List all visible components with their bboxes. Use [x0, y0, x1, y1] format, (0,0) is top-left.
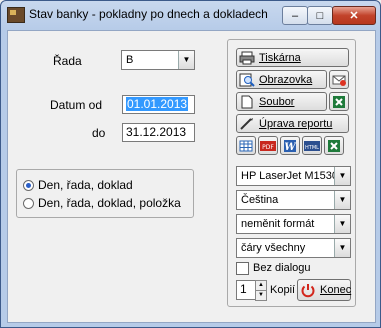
chevron-down-icon[interactable]: ▼ — [334, 215, 350, 233]
datum-od-label: Datum od — [50, 98, 103, 112]
maximize-button[interactable]: □ — [307, 6, 333, 25]
grouping-options: Den, řada, doklad Den, řada, doklad, pol… — [16, 169, 194, 218]
export-pdf-button[interactable]: PDF — [258, 136, 278, 155]
datum-do-value: 31.12.2013 — [126, 125, 187, 139]
dialog-client-area: Řada B ▼ Datum od 01.01.2013 do 31.12.20… — [7, 30, 376, 323]
spin-down-icon[interactable]: ▼ — [255, 291, 267, 301]
format-select-value: neměnit formát — [241, 218, 315, 230]
table-icon — [239, 140, 253, 151]
edit-report-icon — [239, 117, 255, 131]
obrazovka-button[interactable]: Obrazovka — [236, 70, 327, 89]
email-icon — [332, 75, 346, 86]
soubor-button[interactable]: Soubor — [236, 92, 327, 111]
konec-button[interactable]: Konec — [297, 279, 351, 301]
minimize-button[interactable]: – — [282, 6, 308, 25]
radio-den-rada-doklad-polozka[interactable] — [23, 198, 34, 209]
soubor-label: Soubor — [259, 95, 295, 108]
svg-text:PDF: PDF — [262, 144, 274, 151]
kopii-value: 1 — [240, 282, 247, 296]
chevron-down-icon[interactable]: ▼ — [178, 51, 194, 69]
excel-icon — [328, 139, 340, 152]
dialog-window: Stav banky - pokladny po dnech a doklade… — [0, 0, 381, 328]
app-icon — [7, 7, 25, 23]
export-table-button[interactable] — [236, 136, 256, 155]
spin-up-icon[interactable]: ▲ — [255, 280, 267, 291]
lines-select[interactable]: čáry všechny ▼ — [236, 238, 351, 258]
rada-label: Řada — [53, 54, 82, 68]
svg-text:W: W — [284, 142, 297, 153]
kopii-label: Kopií — [270, 284, 296, 296]
datum-od-field[interactable]: 01.01.2013 — [122, 95, 195, 114]
bez-dialogu-label[interactable]: Bez dialogu — [253, 262, 311, 274]
printer-select[interactable]: HP LaserJet M1530 ▼ — [236, 166, 351, 186]
bez-dialogu-checkbox[interactable] — [236, 262, 249, 275]
export-excel-button[interactable] — [324, 136, 344, 155]
title-bar[interactable]: Stav banky - pokladny po dnech a doklade… — [1, 1, 380, 29]
language-select[interactable]: Čeština ▼ — [236, 190, 351, 210]
chevron-down-icon[interactable]: ▼ — [334, 239, 350, 257]
obrazovka-label: Obrazovka — [259, 73, 313, 86]
radio-label-den-rada-doklad[interactable]: Den, řada, doklad — [38, 178, 133, 192]
radio-den-rada-doklad[interactable] — [23, 180, 34, 191]
printer-icon — [239, 51, 255, 65]
datum-od-value: 01.01.2013 — [126, 97, 189, 111]
html-icon: HTML — [304, 140, 320, 151]
window-title: Stav banky - pokladny po dnech a doklade… — [29, 7, 268, 21]
export-html-button[interactable]: HTML — [302, 136, 322, 155]
chevron-down-icon[interactable]: ▼ — [334, 167, 350, 185]
preview-icon — [239, 73, 255, 87]
uprava-reportu-label: Úprava reportu — [259, 117, 333, 130]
excel-icon — [333, 95, 345, 108]
svg-text:HTML: HTML — [305, 145, 319, 151]
close-button[interactable]: ✕ — [332, 6, 376, 25]
rada-select-value: B — [126, 54, 134, 66]
email-button[interactable] — [329, 70, 349, 89]
tiskarna-label: Tiskárna — [259, 51, 301, 64]
radio-label-den-rada-doklad-polozka[interactable]: Den, řada, doklad, položka — [38, 196, 181, 210]
kopii-spin-buttons[interactable]: ▲ ▼ — [255, 280, 267, 301]
language-select-value: Čeština — [241, 194, 279, 206]
konec-label: Konec — [320, 284, 352, 296]
lines-select-value: čáry všechny — [241, 242, 306, 254]
chevron-down-icon[interactable]: ▼ — [334, 191, 350, 209]
word-icon: W — [284, 139, 297, 153]
format-select[interactable]: neměnit formát ▼ — [236, 214, 351, 234]
rada-select[interactable]: B ▼ — [121, 50, 195, 70]
power-icon — [300, 282, 316, 298]
do-label: do — [92, 126, 106, 140]
export-word-button[interactable]: W — [280, 136, 300, 155]
excel-quick-button[interactable] — [329, 92, 349, 111]
datum-do-field[interactable]: 31.12.2013 — [122, 123, 195, 142]
printer-select-value: HP LaserJet M1530 — [241, 170, 339, 182]
uprava-reportu-button[interactable]: Úprava reportu — [236, 114, 349, 133]
pdf-icon: PDF — [260, 140, 276, 151]
tiskarna-button[interactable]: Tiskárna — [236, 48, 349, 67]
file-icon — [239, 95, 255, 109]
